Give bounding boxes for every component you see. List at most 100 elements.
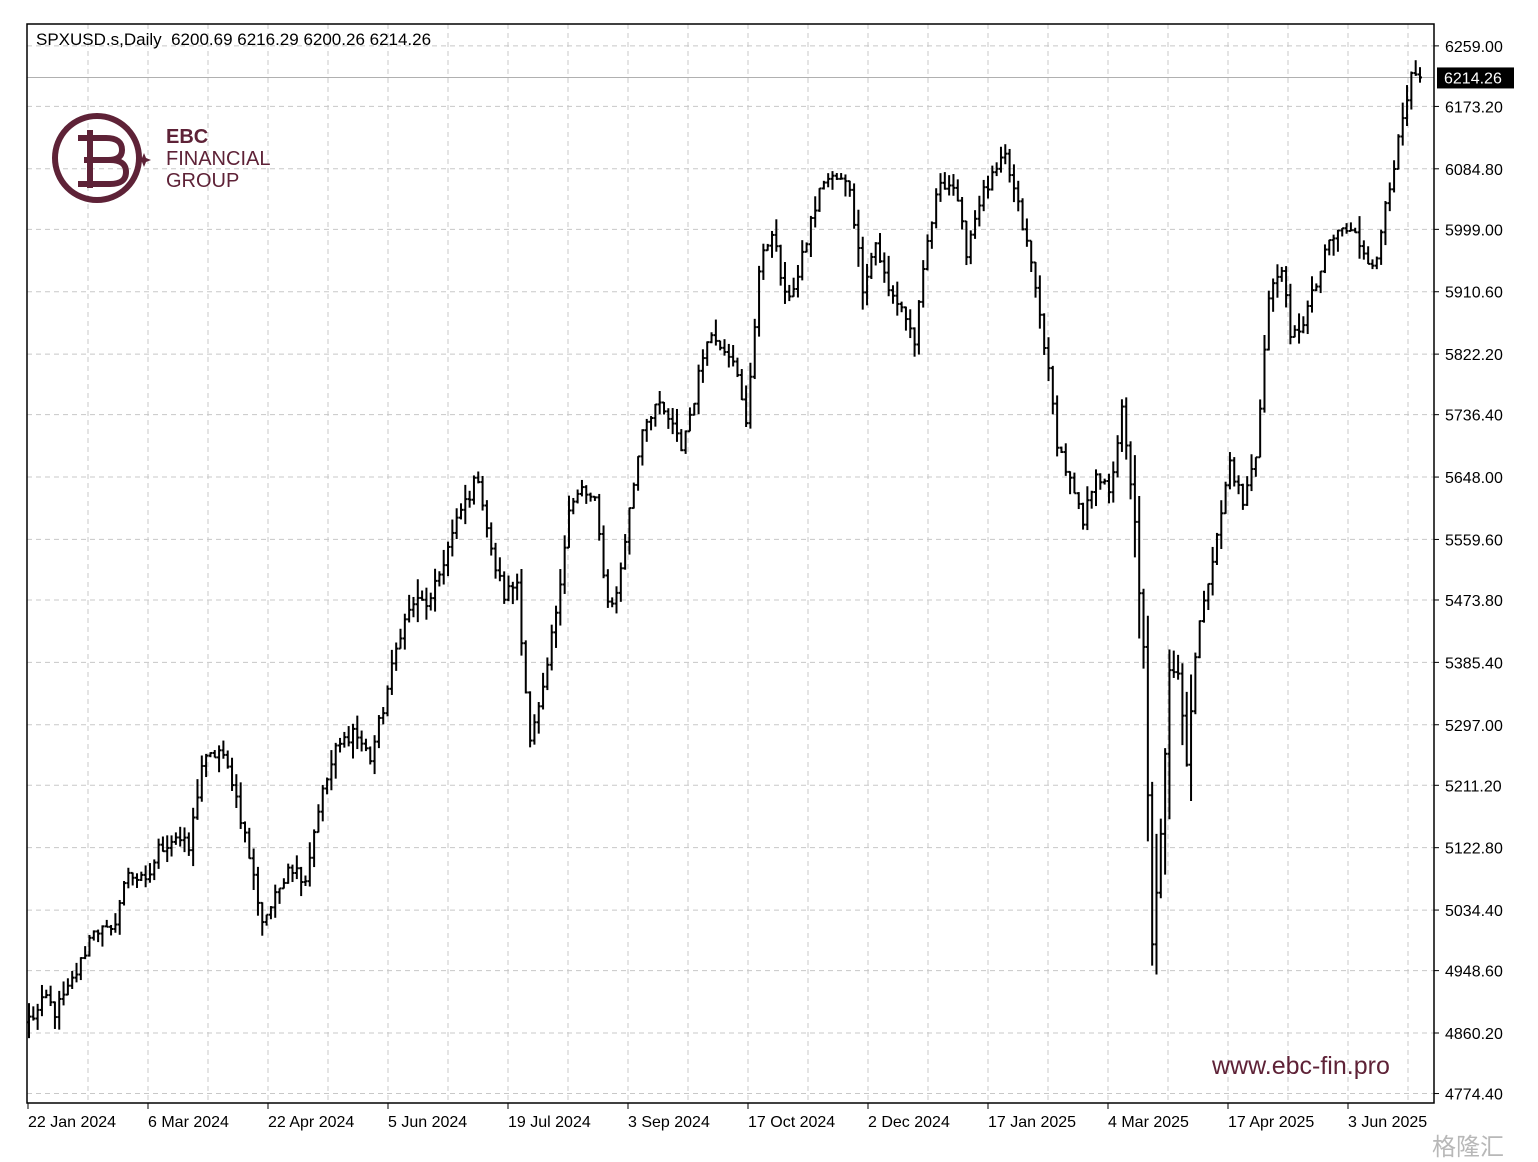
ohlc-bar [208, 751, 213, 758]
ohlc-bar [65, 978, 70, 996]
ohlc-bar [1197, 620, 1202, 659]
ohlc-bar [770, 230, 775, 258]
ohlc-bar [433, 568, 438, 612]
ohlc-bar [748, 362, 753, 429]
time-tick-label: 17 Jan 2025 [988, 1114, 1076, 1131]
ohlc-bar [726, 343, 731, 368]
price-tick-label: 4948.60 [1445, 964, 1503, 981]
ohlc-bar [1327, 239, 1332, 256]
ohlc-bar [895, 281, 900, 316]
ohlc-bar [994, 162, 999, 177]
ohlc-bar [316, 804, 321, 834]
time-tick-label: 3 Sep 2024 [628, 1114, 710, 1131]
ohlc-bar [467, 490, 472, 508]
ohlc-bar [113, 913, 118, 933]
ohlc-bar [48, 985, 53, 1007]
ohlc-bar [973, 210, 978, 239]
ohlc-bar [839, 173, 844, 180]
ohlc-readout: 6200.69 6216.29 6200.26 6214.26 [171, 30, 432, 49]
price-tick-label: 5559.60 [1445, 532, 1503, 549]
ohlc-bar [1089, 490, 1094, 509]
ohlc-bar [1318, 270, 1323, 294]
ohlc-bar [640, 429, 645, 466]
ohlc-bar [662, 401, 667, 415]
ohlc-bar [1236, 475, 1241, 495]
price-tick-label: 5648.00 [1445, 470, 1503, 487]
ohlc-bar [74, 962, 79, 983]
ohlc-bar [813, 196, 818, 228]
ohlc-bar [225, 750, 230, 769]
ohlc-bar [1163, 748, 1168, 875]
ohlc-bar [515, 573, 520, 601]
ohlc-bar [484, 500, 489, 538]
ohlc-bar [303, 875, 308, 886]
ohlc-bar [1387, 182, 1392, 212]
ohlc-bar [255, 866, 260, 916]
ohlc-bar [428, 592, 433, 611]
ohlc-bar [912, 327, 917, 357]
ohlc-bar [458, 503, 463, 520]
ohlc-bar [821, 180, 826, 190]
ohlc-bar [147, 863, 152, 883]
ohlc-bar [109, 924, 114, 936]
ohlc-bar [588, 492, 593, 502]
ohlc-bar [601, 525, 606, 579]
ohlc-bar [554, 605, 559, 648]
ohlc-bar [480, 475, 485, 511]
time-tick-label: 2 Dec 2024 [868, 1114, 950, 1131]
ohlc-bar [536, 702, 541, 734]
ohlc-bar [234, 774, 239, 808]
ohlc-bar [70, 970, 75, 989]
ohlc-bar [402, 613, 407, 650]
ohlc-bar [78, 957, 83, 981]
price-tick-label: 5122.80 [1445, 841, 1503, 858]
ohlc-bar [1210, 546, 1215, 596]
ohlc-bar [951, 174, 956, 196]
ohlc-bar [1145, 615, 1150, 842]
ohlc-bar [752, 318, 757, 380]
time-tick-label: 3 Jun 2025 [1348, 1114, 1427, 1131]
ohlc-bar [1288, 283, 1293, 345]
ohlc-bar [1396, 134, 1401, 170]
ohlc-bar [294, 855, 299, 880]
ohlc-bar [277, 887, 282, 904]
ohlc-bar [817, 187, 822, 212]
ohlc-bar [39, 984, 44, 1017]
ohlc-bar [199, 755, 204, 802]
ohlc-bar [735, 357, 740, 378]
ohlc-bar [579, 479, 584, 497]
ohlc-bar [1275, 264, 1280, 298]
ohlc-bar [104, 919, 109, 928]
ohlc-bar [273, 884, 278, 918]
ohlc-bar [1193, 652, 1198, 715]
price-tick-label: 6173.20 [1445, 99, 1503, 116]
time-tick-label: 4 Mar 2025 [1108, 1114, 1189, 1131]
ohlc-bar [1068, 470, 1073, 495]
ohlc-bar [372, 735, 377, 775]
ohlc-bar [1253, 456, 1258, 477]
ohlc-bar [1240, 483, 1245, 510]
ohlc-bar [299, 866, 304, 897]
ohlc-bar [1249, 454, 1254, 492]
ohlc-bar [653, 403, 658, 427]
ohlc-bar [355, 715, 360, 750]
ohlc-bar [1137, 495, 1142, 639]
price-tick-label: 5211.20 [1445, 778, 1502, 795]
ohlc-bar [130, 871, 135, 886]
ohlc-bar [1046, 337, 1051, 382]
ohlc-bar [497, 557, 502, 582]
ohlc-bar [878, 233, 883, 263]
ohlc-bar [800, 240, 805, 281]
ohlc-bar [143, 865, 148, 888]
ohlc-bar [1301, 316, 1306, 334]
ohlc-bar [575, 489, 580, 504]
ohlc-bar [1150, 781, 1155, 966]
price-tick-label: 5473.80 [1445, 593, 1503, 610]
ohlc-bar [739, 369, 744, 401]
time-tick-label: 22 Apr 2024 [268, 1114, 354, 1131]
ohlc-bar [44, 989, 49, 999]
ohlc-bar [528, 691, 533, 748]
ohlc-bar [1353, 227, 1358, 234]
ohlc-bar [52, 1001, 57, 1029]
ohlc-bar [493, 542, 498, 579]
